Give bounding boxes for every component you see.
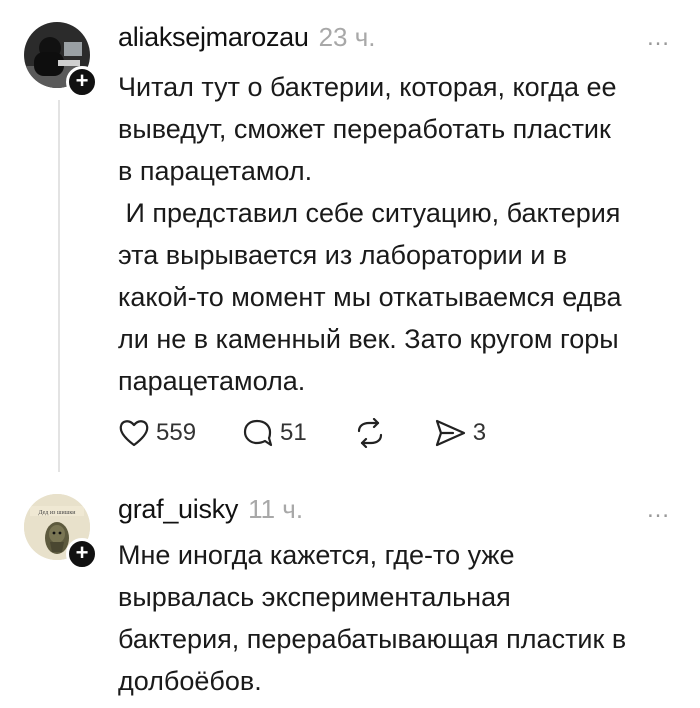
heart-icon [119, 420, 149, 447]
comment-icon [243, 419, 273, 447]
avatar-caption: Дед из шишки [39, 510, 77, 516]
follow-plus-icon[interactable]: + [66, 538, 98, 570]
post-header: aliaksejmarozau 23 ч. [118, 22, 376, 53]
more-options-icon[interactable]: … [646, 24, 672, 52]
post-header: graf_uisky 11 ч. [118, 494, 303, 525]
send-icon [435, 419, 465, 447]
like-count: 559 [156, 419, 197, 446]
action-bar: 559 51 3 [118, 418, 486, 448]
thread-line [58, 100, 60, 472]
avatar-graf-uisky[interactable]: Дед из шишки + [24, 494, 98, 570]
timestamp: 23 ч. [318, 22, 376, 52]
username[interactable]: graf_uisky [118, 494, 238, 525]
repost-icon [357, 418, 382, 448]
post-text: Читал тут о бактерии, которая, когда ее … [118, 72, 622, 396]
follow-plus-icon[interactable]: + [66, 66, 98, 98]
timestamp: 11 ч. [248, 494, 304, 524]
like-button[interactable]: 559 [118, 418, 196, 448]
share-count: 3 [472, 419, 487, 446]
post-graf-uisky: Дед из шишки + graf_uisky 11 ч. … Мне ин… [0, 480, 700, 708]
repost-button[interactable] [353, 418, 387, 448]
more-options-icon[interactable]: … [646, 496, 672, 524]
comment-button[interactable]: 51 [242, 418, 307, 448]
username[interactable]: aliaksejmarozau [118, 22, 309, 53]
post-text: Мне иногда кажется, где-то уже вырвалась… [118, 540, 627, 696]
comment-count: 51 [280, 419, 307, 446]
send-button[interactable]: 3 [433, 418, 486, 448]
post-aliaksejmarozau: + aliaksejmarozau 23 ч. … Читал тут о ба… [0, 0, 700, 480]
avatar-aliaksejmarozau[interactable]: + [24, 22, 98, 98]
